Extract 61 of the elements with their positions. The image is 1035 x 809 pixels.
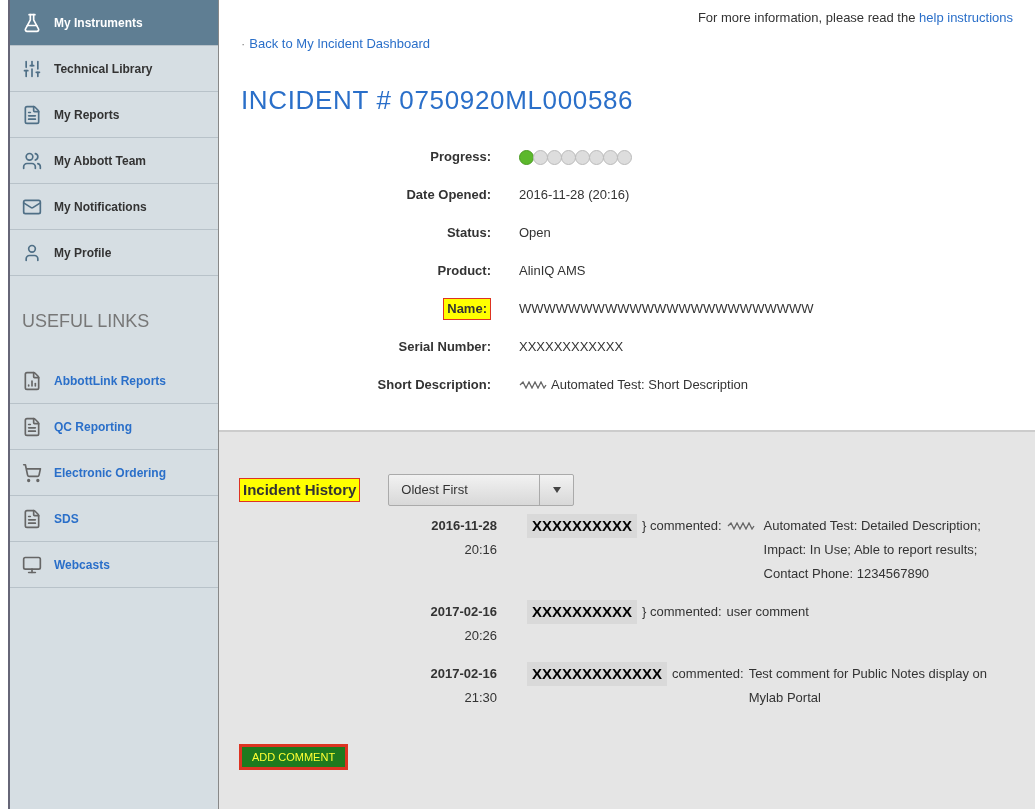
field-label: Product: <box>437 262 491 281</box>
field-label: Serial Number: <box>398 338 491 357</box>
field-value: AlinIQ AMS <box>519 262 586 281</box>
section-heading: Incident History <box>239 477 361 503</box>
section-heading: USEFUL LINKS <box>21 310 151 333</box>
field-value: XXXXXXXXXXXX <box>519 338 624 357</box>
flask-icon <box>22 12 42 33</box>
sidebar-link[interactable]: Webcasts <box>10 542 218 588</box>
chart-document-icon <box>22 370 42 391</box>
field-value: Automated Test: Short Description <box>551 376 749 395</box>
entry-date: 2017-02-16 <box>430 665 497 683</box>
comment-text: Automated Test: Detailed Description; Impact: In Use; Able to report results; Contact Phone: 1234567890 <box>763 517 982 583</box>
comment-lead: } commented: <box>642 517 722 535</box>
bullet: · <box>241 34 246 53</box>
comment-text: Test comment for Public Notes display on Mylab Portal <box>748 665 989 707</box>
sidebar-link[interactable]: QC Reporting <box>10 404 218 450</box>
sort-dropdown[interactable]: Oldest First <box>388 474 575 506</box>
comment-lead: } commented: <box>642 603 722 621</box>
field-label: Name: <box>443 298 491 320</box>
person-icon <box>22 242 42 263</box>
sidebar-link[interactable]: AbbottLink Reports <box>10 358 218 404</box>
document-icon <box>22 416 42 437</box>
sidebar-link[interactable]: SDS <box>10 496 218 542</box>
entry-time: 20:26 <box>464 627 497 645</box>
author-chip: XXXXXXXXXX <box>527 600 638 624</box>
field-value: 2016-11-28 (20:16) <box>519 186 630 205</box>
sidebar-item[interactable]: Technical Library <box>10 46 218 92</box>
sidebar-item[interactable]: My Abbott Team <box>10 138 218 184</box>
monitor-icon <box>22 554 42 575</box>
field-label: Progress: <box>429 148 491 166</box>
field-label: Date Opened: <box>406 186 491 205</box>
field-value: WWWWWWWWWWWWWWWWWWWWWWWW <box>519 300 814 319</box>
entry-time: 20:16 <box>464 541 497 559</box>
sidebar-item[interactable]: My Profile <box>10 230 218 276</box>
author-chip: XXXXXXXXXXXXX <box>527 662 668 686</box>
field-value: Open <box>519 224 551 243</box>
comment-text: user comment <box>726 603 810 621</box>
sidebar-item[interactable]: My Instruments <box>10 0 218 46</box>
help-link[interactable]: help instructions <box>919 10 1013 25</box>
field-label: Short Description: <box>377 376 491 395</box>
document-icon <box>22 508 42 529</box>
people-icon <box>22 150 42 171</box>
help-text: For more information, please read the help instructions <box>696 9 1013 27</box>
document-icon <box>22 104 42 125</box>
back-link[interactable]: Back to My Incident Dashboard <box>249 33 430 53</box>
sidebar-item[interactable]: My Notifications <box>10 184 218 230</box>
field-label: Status: <box>446 224 491 243</box>
incident-title: INCIDENT # 0750920ML000586 <box>241 84 635 117</box>
add-comment-button[interactable]: ADD COMMENT <box>239 744 349 770</box>
cart-icon <box>22 462 42 483</box>
sidebar-item[interactable]: My Reports <box>10 92 218 138</box>
dropdown-arrow-icon <box>552 487 561 493</box>
entry-time: 21:30 <box>464 689 497 707</box>
redaction-mark <box>726 522 755 530</box>
entry-date: 2016-11-28 <box>431 517 497 535</box>
redaction-mark <box>519 381 547 389</box>
entry-date: 2017-02-16 <box>430 603 497 621</box>
sliders-icon <box>22 58 42 79</box>
sidebar-link[interactable]: Electronic Ordering <box>10 450 218 496</box>
author-chip: XXXXXXXXXX <box>527 514 638 538</box>
comment-lead: commented: <box>672 665 744 683</box>
